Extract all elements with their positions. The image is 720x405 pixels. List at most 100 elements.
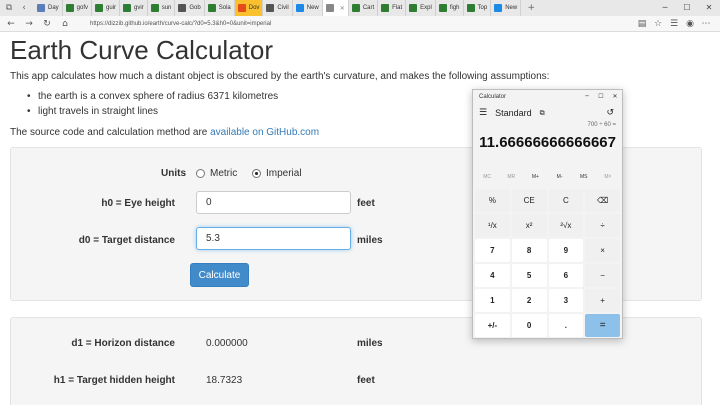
calc-key[interactable]: 4	[475, 264, 510, 287]
assumption-item: light travels in straight lines	[27, 106, 278, 117]
calc-key[interactable]: .	[548, 314, 584, 337]
calc-key[interactable]: +/-	[475, 314, 510, 337]
more-icon[interactable]: ⋯	[698, 17, 714, 31]
minimize-icon[interactable]: ─	[654, 0, 676, 16]
tab-close-icon[interactable]: ✕	[340, 5, 345, 12]
browser-tab[interactable]: gofv	[63, 0, 93, 16]
browser-tab[interactable]: Expl	[406, 0, 436, 16]
tab-label: Cart	[362, 5, 375, 11]
calculate-button[interactable]: Calculate	[190, 263, 249, 287]
browser-tab[interactable]: Cart	[349, 0, 379, 16]
home-icon[interactable]: ⌂	[58, 17, 72, 31]
browser-tab[interactable]: Flat	[378, 0, 407, 16]
browser-tab[interactable]: Sola	[205, 0, 235, 16]
metric-radio[interactable]: Metric	[196, 168, 237, 179]
profile-icon[interactable]: ◉	[682, 17, 698, 31]
browser-tab[interactable]: Dov	[234, 0, 264, 16]
back-icon[interactable]: ←	[4, 17, 18, 31]
imperial-radio[interactable]: Imperial	[252, 168, 302, 179]
units-label: Units	[161, 168, 186, 179]
source-text: The source code and calculation method a…	[10, 127, 319, 138]
browser-tab[interactable]: figh	[436, 0, 464, 16]
calc-key[interactable]: ²√x	[548, 214, 584, 237]
calculator-mode-row: ☰ Standard ⧉ ↺	[473, 104, 622, 122]
calc-key[interactable]: ¹/x	[475, 214, 510, 237]
calc-key[interactable]: 8	[511, 239, 547, 262]
calc-key[interactable]: 3	[548, 289, 584, 312]
metric-radio-dot[interactable]	[196, 169, 205, 178]
calc-minimize-icon[interactable]: ─	[580, 90, 594, 104]
calc-maximize-icon[interactable]: ☐	[594, 90, 608, 104]
forward-icon[interactable]: →	[22, 17, 36, 31]
h0-label: h0 = Eye height	[101, 198, 175, 209]
calc-key[interactable]: −	[585, 264, 620, 287]
tab-favicon-icon	[207, 4, 216, 12]
browser-tab[interactable]: Top	[464, 0, 492, 16]
tab-favicon-icon	[95, 4, 104, 12]
d1-unit: miles	[357, 338, 383, 349]
browser-tab[interactable]: Gob	[175, 0, 205, 16]
calc-key[interactable]: 0	[511, 314, 547, 337]
close-window-icon[interactable]: ✕	[698, 0, 720, 16]
calculator-window: Calculator ─ ☐ ✕ ☰ Standard ⧉ ↺ 700 ÷ 60…	[472, 89, 623, 339]
calc-key[interactable]: 9	[548, 239, 584, 262]
collections-icon[interactable]: ☰	[666, 17, 682, 31]
d0-label: d0 = Target distance	[78, 235, 175, 246]
calc-key[interactable]: ⌫	[585, 189, 620, 212]
browser-tab[interactable]: New	[491, 0, 522, 16]
new-tab-icon[interactable]: +	[525, 2, 537, 14]
memory-button[interactable]: MS	[572, 170, 596, 184]
calc-key[interactable]: 2	[511, 289, 547, 312]
keep-on-top-icon[interactable]: ⧉	[540, 109, 545, 118]
calc-key[interactable]: CE	[511, 189, 547, 212]
browser-tab[interactable]: Day	[34, 0, 63, 16]
favorite-icon[interactable]: ☆	[650, 17, 666, 31]
target-distance-input[interactable]: 5.3	[196, 227, 351, 250]
tab-favicon-icon	[409, 4, 418, 12]
metric-label: Metric	[210, 168, 238, 179]
calc-key[interactable]: =	[585, 314, 620, 337]
memory-button[interactable]: M+	[523, 170, 547, 184]
calc-key[interactable]: ÷	[585, 214, 620, 237]
browser-tab[interactable]: gvir	[120, 0, 148, 16]
calc-key[interactable]: +	[585, 289, 620, 312]
tab-favicon-icon	[295, 4, 304, 12]
memory-button[interactable]: MR	[499, 170, 523, 184]
tab-favicon-icon	[123, 4, 132, 12]
reader-view-icon[interactable]: ▤	[634, 17, 650, 31]
calc-key[interactable]: 5	[511, 264, 547, 287]
tab-strip: Day gofv guir gvir sun Gob Sola Dov Civil New ✕ Car…	[34, 0, 522, 16]
address-bar-row: ← → ↻ ⌂ https://dizzib.github.io/earth/c…	[0, 16, 720, 32]
history-icon[interactable]: ↺	[606, 108, 614, 118]
browser-tab[interactable]: Civil	[263, 0, 293, 16]
tab-favicon-icon	[466, 4, 475, 12]
calc-key[interactable]: %	[475, 189, 510, 212]
calc-key[interactable]: C	[548, 189, 584, 212]
browser-tab[interactable]: New	[293, 0, 323, 16]
d1-value: 0.000000	[206, 338, 248, 349]
eye-height-input[interactable]: 0	[196, 191, 351, 214]
imperial-radio-dot[interactable]	[252, 169, 261, 178]
calc-key[interactable]: x²	[511, 214, 547, 237]
memory-button[interactable]: M-	[548, 170, 572, 184]
hamburger-menu-icon[interactable]: ☰	[479, 108, 487, 118]
calc-key[interactable]: 6	[548, 264, 584, 287]
memory-button[interactable]: M˅	[596, 170, 620, 184]
browser-tab[interactable]: ✕	[322, 0, 349, 16]
browser-tab[interactable]: sun	[148, 0, 176, 16]
calc-key[interactable]: 7	[475, 239, 510, 262]
maximize-icon[interactable]: ☐	[676, 0, 698, 16]
memory-button[interactable]: MC	[475, 170, 499, 184]
calc-close-icon[interactable]: ✕	[608, 90, 622, 104]
tab-actions-icon[interactable]: ⧉	[3, 2, 15, 14]
h1-label: h1 = Target hidden height	[53, 375, 175, 386]
calc-key[interactable]: ×	[585, 239, 620, 262]
assumption-item: the earth is a convex sphere of radius 6…	[27, 91, 278, 102]
calc-key[interactable]: 1	[475, 289, 510, 312]
refresh-icon[interactable]: ↻	[40, 17, 54, 31]
url-field[interactable]: https://dizzib.github.io/earth/curve-cal…	[80, 18, 640, 30]
back-tabs-icon[interactable]: ‹	[18, 2, 30, 14]
browser-tab[interactable]: guir	[92, 0, 121, 16]
intro-text: This app calculates how much a distant o…	[10, 71, 550, 82]
github-link[interactable]: available on GitHub.com	[210, 127, 319, 138]
